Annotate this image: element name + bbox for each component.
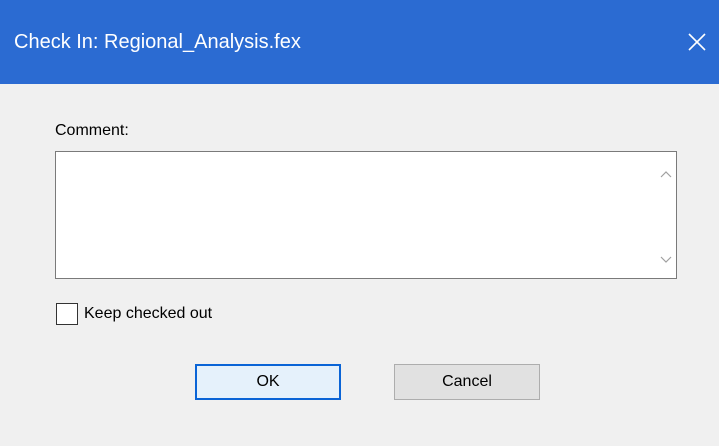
chevron-up-icon [660,171,672,178]
scroll-up-button[interactable] [656,164,676,184]
scroll-down-button[interactable] [656,250,676,270]
comment-textarea[interactable] [56,152,656,278]
keep-checked-out-checkbox[interactable] [56,303,78,325]
comment-label: Comment: [55,122,129,139]
check-in-dialog: Check In: Regional_Analysis.fex Comment: [0,0,719,446]
comment-field[interactable] [55,151,677,279]
comment-scrollbar[interactable] [656,152,676,278]
ok-button[interactable]: OK [195,364,341,400]
title-bar: Check In: Regional_Analysis.fex [0,0,719,84]
keep-checked-out-option[interactable]: Keep checked out [56,301,212,327]
chevron-down-icon [660,256,672,263]
cancel-button[interactable]: Cancel [394,364,540,400]
close-icon [688,33,706,51]
keep-checked-out-label[interactable]: Keep checked out [84,305,212,323]
dialog-title: Check In: Regional_Analysis.fex [14,31,301,53]
close-button[interactable] [675,18,719,66]
